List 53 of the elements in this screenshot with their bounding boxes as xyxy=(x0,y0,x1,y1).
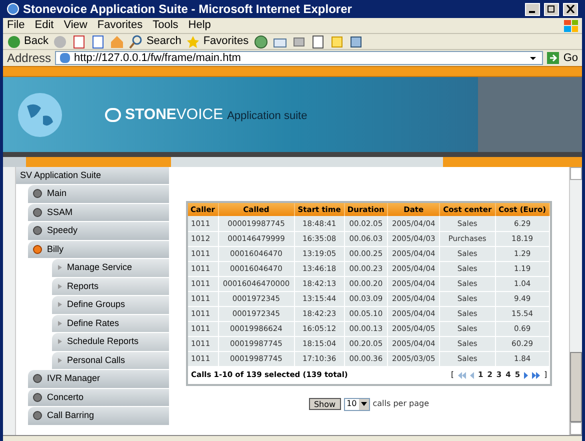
sidebar-item[interactable]: SSAM xyxy=(28,204,169,222)
triangle-icon xyxy=(58,284,62,289)
triangle-icon xyxy=(58,265,62,270)
arrow-icon xyxy=(547,52,560,64)
triangle-icon xyxy=(58,320,62,326)
triangle-icon xyxy=(58,339,62,344)
brand-subtitle: Application suite xyxy=(227,111,308,122)
close-icon xyxy=(566,5,575,13)
triangle-icon xyxy=(58,302,62,308)
next-page-icon[interactable] xyxy=(524,372,528,378)
menu-item[interactable]: View xyxy=(64,17,88,34)
menu-item[interactable]: Favorites xyxy=(97,17,143,34)
brand-name: STONEVOICE xyxy=(125,107,224,122)
sidebar-item[interactable]: Speedy xyxy=(28,222,169,240)
favorites-button[interactable]: Favorites xyxy=(186,33,249,50)
page-size-select[interactable]: 10 xyxy=(344,398,370,410)
sidebar-subitem[interactable]: Define Rates xyxy=(52,314,169,333)
address-label: Address xyxy=(7,50,52,67)
address-field[interactable]: http://127.0.0.1/fw/frame/main.htm xyxy=(55,51,544,65)
sidebar-title: SV Application Suite xyxy=(16,167,169,185)
search-button[interactable]: Search xyxy=(129,33,182,50)
sidebar-item[interactable]: Call Barring xyxy=(28,407,169,426)
windows-logo-icon xyxy=(564,20,578,32)
sidebar-subitem[interactable]: Define Groups xyxy=(52,296,169,314)
sidebar-subitem[interactable]: Schedule Reports xyxy=(52,333,169,352)
menu-item[interactable]: Tools xyxy=(152,17,178,34)
browser-icon xyxy=(7,3,19,15)
close-button[interactable] xyxy=(563,2,578,16)
back-button[interactable]: Back xyxy=(7,33,48,50)
page-scrollbar[interactable] xyxy=(569,167,582,435)
sidebar-item[interactable]: IVR Manager xyxy=(28,370,169,388)
last-page-icon[interactable] xyxy=(532,372,540,378)
favorites-icon xyxy=(186,34,200,48)
dropdown-icon xyxy=(360,402,367,406)
menu-item[interactable]: Help xyxy=(188,17,211,34)
restore-button[interactable] xyxy=(544,2,559,16)
sidebar-scrollbar[interactable] xyxy=(3,167,16,435)
show-button[interactable]: Show xyxy=(308,398,341,410)
page-size-label: calls per page xyxy=(372,398,430,410)
triangle-icon xyxy=(58,358,62,363)
sidebar-item[interactable]: Concerto xyxy=(28,388,169,407)
search-icon xyxy=(129,34,144,48)
window-title: Stonevoice Application Suite - Microsoft Internet Explorer xyxy=(23,1,353,18)
sidebar-subitem[interactable]: Reports xyxy=(52,278,169,296)
sidebar-item[interactable]: Main xyxy=(28,185,169,204)
menu-item[interactable]: Edit xyxy=(34,17,54,34)
minimize-button[interactable] xyxy=(525,2,540,16)
sidebar-subitem[interactable]: Manage Service xyxy=(52,259,169,278)
restore-icon xyxy=(547,5,556,13)
go-button[interactable]: Go xyxy=(547,50,578,66)
sidebar-item[interactable]: Billy xyxy=(28,240,169,259)
sidebar-subitem[interactable]: Personal Calls xyxy=(52,352,169,370)
menu-item[interactable]: File xyxy=(7,17,25,34)
